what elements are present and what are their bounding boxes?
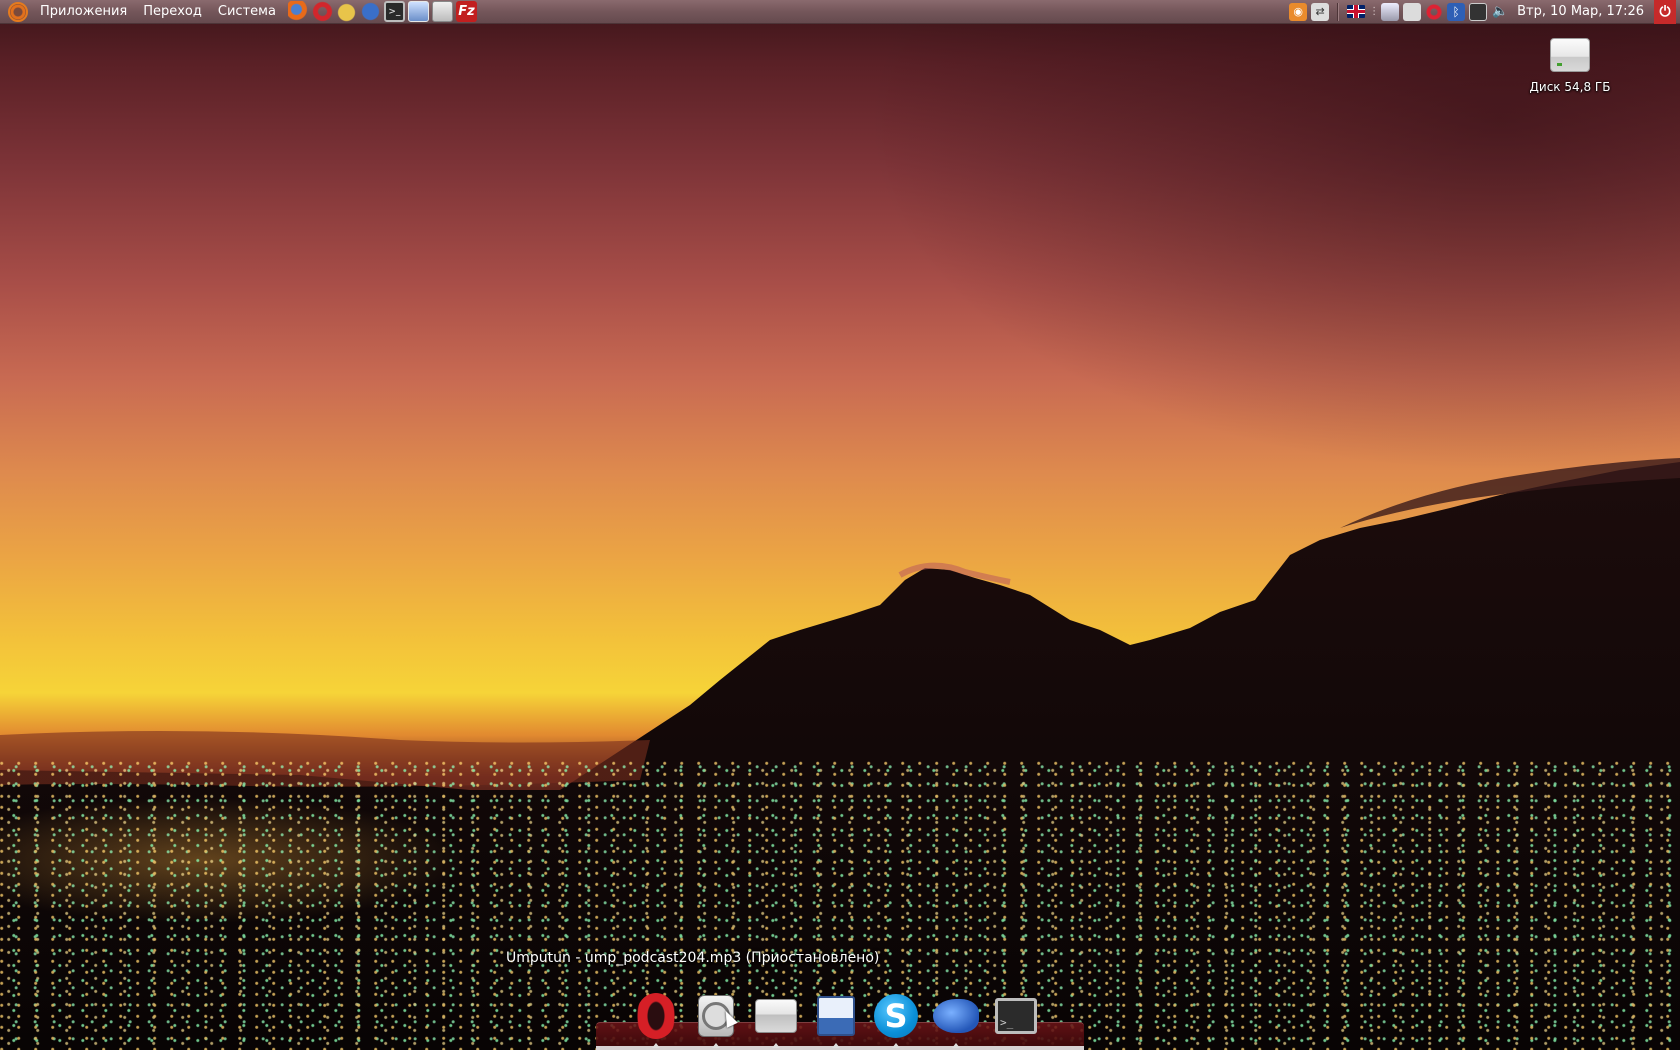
top-panel: Приложения Переход Система >_ Fz ◉ ⇄ ⋮ ᛒ… [0, 0, 1680, 24]
tray-handle-icon[interactable]: ⋮ [1369, 6, 1379, 17]
keyboard-layout-icon[interactable] [1347, 5, 1366, 18]
running-indicator [892, 1043, 900, 1048]
pidgin-icon[interactable] [335, 1, 357, 22]
bluefish-icon[interactable] [359, 1, 381, 22]
network-icon[interactable] [1381, 2, 1400, 21]
bluefish-icon [933, 999, 979, 1033]
running-indicator [652, 1043, 660, 1048]
running-indicator [712, 1043, 720, 1048]
ubuntu-logo-icon[interactable] [8, 1, 28, 22]
desktop-icon-label: Диск 54,8 ГБ [1529, 80, 1611, 94]
terminal-icon[interactable]: >_ [383, 1, 405, 22]
running-indicator [832, 1043, 840, 1048]
desktop-icon-drive[interactable]: Диск 54,8 ГБ [1516, 38, 1624, 94]
sound-recorder-icon[interactable] [431, 1, 453, 22]
menu-places[interactable]: Переход [135, 0, 210, 24]
clock[interactable]: Втр, 10 Мар, 17:26 [1517, 4, 1644, 19]
bluetooth-icon[interactable]: ᛒ [1447, 2, 1466, 21]
feed-reader-icon[interactable]: ◉ [1289, 2, 1308, 21]
dock-reflection [596, 1046, 1084, 1050]
dock-item-drive[interactable] [752, 992, 800, 1048]
dock-icons: S >_ [632, 992, 1040, 1048]
removable-drive-icon[interactable] [1403, 2, 1422, 21]
firefox-icon[interactable] [287, 1, 309, 22]
skype-icon: S [874, 994, 918, 1038]
sync-icon[interactable]: ⇄ [1311, 2, 1330, 21]
tray-separator [1337, 2, 1340, 21]
dock-item-terminal[interactable]: >_ [992, 992, 1040, 1040]
help-icon[interactable] [1425, 2, 1444, 21]
panel-launchers: >_ Fz [287, 1, 477, 22]
opera-icon [636, 993, 676, 1039]
display-icon[interactable] [1469, 2, 1488, 21]
volume-icon[interactable]: 🔈 [1491, 3, 1509, 21]
dock-tooltip: Umputun - ump_podcast204.mp3 (Приостанов… [506, 950, 880, 966]
main-menu: Приложения Переход Система [0, 0, 284, 24]
opera-icon[interactable] [311, 1, 333, 22]
screenshot-icon[interactable] [407, 1, 429, 22]
power-icon[interactable]: ⏻ [1654, 0, 1676, 24]
filezilla-icon[interactable]: Fz [455, 1, 477, 22]
screenshot-icon [817, 996, 855, 1036]
running-indicator [772, 1043, 780, 1048]
dock-item-opera[interactable] [632, 992, 680, 1048]
menu-system[interactable]: Система [210, 0, 284, 24]
dock-item-skype[interactable]: S [872, 992, 920, 1048]
menu-applications[interactable]: Приложения [32, 0, 135, 24]
dock-item-bluefish[interactable] [932, 992, 980, 1048]
running-indicator [952, 1043, 960, 1048]
drive-icon [1550, 38, 1590, 72]
drive-icon [755, 999, 797, 1033]
terminal-icon: >_ [995, 998, 1037, 1034]
system-tray: ◉ ⇄ ⋮ ᛒ 🔈 Втр, 10 Мар, 17:26 ⏻ [1289, 0, 1680, 24]
dock-item-screenshot[interactable] [812, 992, 860, 1048]
